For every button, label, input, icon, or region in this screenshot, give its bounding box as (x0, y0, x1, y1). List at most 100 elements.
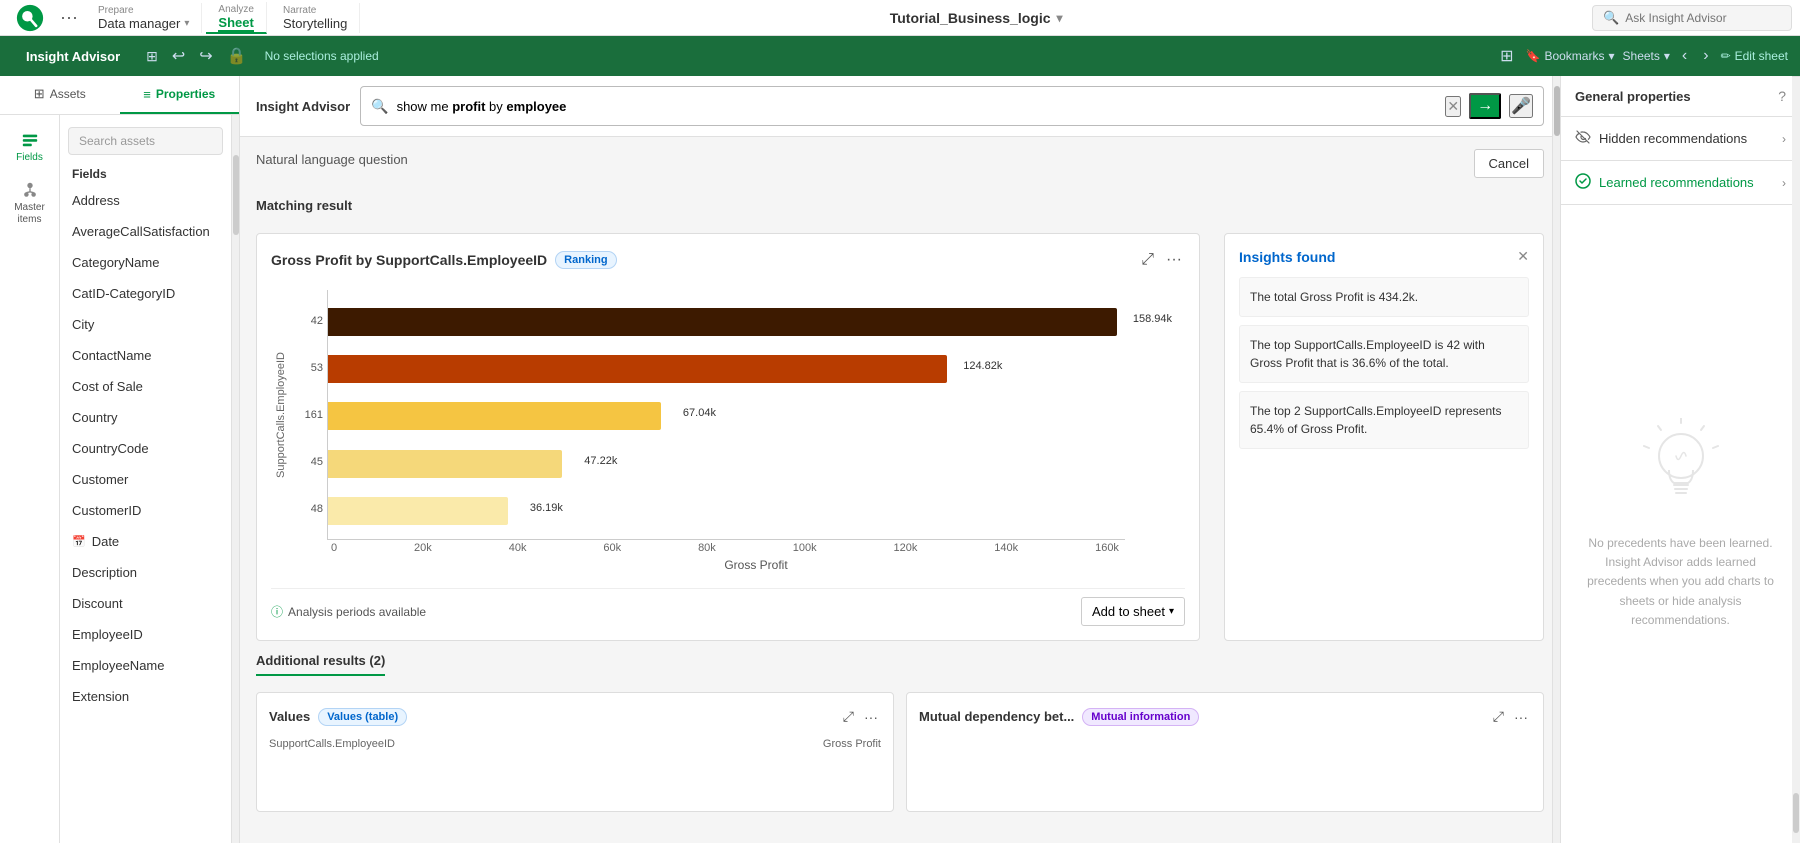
field-item-description[interactable]: Description (60, 557, 231, 588)
additional-cards: Values Values (table) ⤢ ··· SupportCalls… (256, 692, 1544, 812)
natural-language-title: Natural language question (256, 152, 408, 167)
fields-scrollbar[interactable] (231, 115, 239, 843)
nav-narrate[interactable]: Narrate Storytelling (271, 3, 360, 33)
x-label-5: 100k (793, 542, 817, 554)
right-panel-scrollbar[interactable] (1792, 76, 1800, 843)
mutual-maximize-button[interactable]: ⤢ (1490, 705, 1507, 728)
x-label-3: 60k (603, 542, 621, 554)
nav-more-button[interactable]: ··· (56, 7, 82, 28)
hidden-recommendations-label: Hidden recommendations (1599, 131, 1774, 146)
search-assets-input[interactable]: Search assets (68, 127, 223, 155)
tab-assets[interactable]: ⊞ Assets (0, 76, 120, 114)
values-card-header: Values Values (table) ⤢ ··· (269, 705, 881, 728)
undo-button[interactable]: ↩ (168, 42, 189, 70)
chart-more-button[interactable]: ··· (1163, 248, 1185, 272)
field-item-costofsale[interactable]: Cost of Sale (60, 371, 231, 402)
mutual-card-header: Mutual dependency bet... Mutual informat… (919, 705, 1531, 728)
bar-values-spacer (1125, 290, 1185, 540)
right-panel-header: General properties ? (1561, 76, 1800, 117)
bar-fill-2: 67.04k (328, 402, 661, 430)
edit-sheet-button[interactable]: ✏ Edit sheet (1721, 49, 1788, 63)
x-label-7: 140k (994, 542, 1018, 554)
search-clear-button[interactable]: ✕ (1445, 96, 1461, 117)
analysis-periods-label: ⓘ Analysis periods available (271, 603, 426, 620)
search-box[interactable]: 🔍 show me profit by employee ✕ → 🎤 (360, 86, 1544, 126)
x-label-4: 80k (698, 542, 716, 554)
field-item-extension[interactable]: Extension (60, 681, 231, 712)
chart-maximize-button[interactable]: ⤢ (1138, 248, 1157, 272)
bookmarks-button[interactable]: 🔖 Bookmarks ▾ (1526, 49, 1615, 63)
field-item-catid[interactable]: CatID-CategoryID (60, 278, 231, 309)
mutual-card-title: Mutual dependency bet... (919, 709, 1074, 724)
redo-button[interactable]: ↪ (195, 42, 216, 70)
y-label-1: 53 (311, 362, 323, 374)
field-item-contactname[interactable]: ContactName (60, 340, 231, 371)
add-to-sheet-button[interactable]: Add to sheet ▾ (1081, 597, 1185, 626)
bar-row-0: 158.94k (328, 300, 1117, 344)
center-scrollbar[interactable] (1552, 76, 1560, 843)
nav-item-master-label: Master items (8, 202, 52, 226)
natural-header: Natural language question Cancel (256, 149, 1544, 178)
chart-footer: ⓘ Analysis periods available Add to shee… (271, 588, 1185, 626)
chart-insights-row: Gross Profit by SupportCalls.EmployeeID … (256, 233, 1544, 641)
search-input-display[interactable]: show me profit by employee (397, 99, 1438, 114)
eye-off-icon (1575, 129, 1591, 148)
right-section-hidden[interactable]: Hidden recommendations › (1561, 117, 1800, 161)
insights-close-button[interactable]: ✕ (1517, 248, 1529, 265)
right-panel-help-button[interactable]: ? (1778, 88, 1786, 104)
toolbar-right: ⊞ 🔖 Bookmarks ▾ Sheets ▾ ‹ › ✏ Edit shee… (1496, 42, 1788, 70)
insights-header: Insights found ✕ (1239, 248, 1529, 265)
insight-advisor-button[interactable]: Insight Advisor (12, 43, 134, 70)
field-item-employeename[interactable]: EmployeeName (60, 650, 231, 681)
nav-analyze-label: Analyze (218, 4, 254, 15)
values-more-button[interactable]: ··· (861, 705, 881, 728)
qlik-logo[interactable] (8, 4, 52, 32)
field-item-customerid[interactable]: CustomerID (60, 495, 231, 526)
search-submit-button[interactable]: → (1469, 93, 1501, 119)
field-item-city[interactable]: City (60, 309, 231, 340)
nav-prepare[interactable]: Prepare Data manager ▾ (86, 3, 202, 33)
nav-item-master-items[interactable]: Master items (2, 173, 58, 234)
bar-val-4: 36.19k (530, 502, 563, 514)
sheets-button[interactable]: Sheets ▾ (1623, 49, 1670, 63)
app-title-chevron[interactable]: ▾ (1057, 11, 1063, 25)
ask-insight-input[interactable] (1625, 11, 1765, 25)
nav-prepare-chevron: ▾ (184, 18, 189, 29)
hidden-recommendations-arrow: › (1782, 132, 1786, 146)
values-col-0: SupportCalls.EmployeeID (269, 738, 395, 750)
insight-advisor-toolbar: Insight Advisor ⊞ ↩ ↪ 🔒 No selections ap… (0, 36, 1800, 76)
insight-item-2: The top 2 SupportCalls.EmployeeID repres… (1239, 391, 1529, 449)
field-item-date[interactable]: 📅 Date (60, 526, 231, 557)
cancel-button[interactable]: Cancel (1474, 149, 1544, 178)
right-section-learned[interactable]: Learned recommendations › (1561, 161, 1800, 205)
field-item-customer[interactable]: Customer (60, 464, 231, 495)
tab-properties[interactable]: ≡ Properties (120, 76, 240, 114)
search-mic-button[interactable]: 🎤 (1509, 94, 1533, 118)
lock-button[interactable]: 🔒 (223, 42, 251, 70)
right-panel-scrollbar-thumb (1793, 793, 1799, 833)
nav-analyze[interactable]: Analyze Sheet (206, 2, 267, 34)
field-item-country[interactable]: Country (60, 402, 231, 433)
center-area: Insight Advisor 🔍 show me profit by empl… (240, 76, 1560, 843)
field-item-categoryname[interactable]: CategoryName (60, 247, 231, 278)
values-maximize-button[interactable]: ⤢ (840, 705, 857, 728)
selection-box-button[interactable]: ⊞ (142, 44, 162, 69)
chart-header: Gross Profit by SupportCalls.EmployeeID … (271, 248, 1185, 272)
bar-row-4: 36.19k (328, 489, 1117, 533)
check-circle-icon (1575, 173, 1591, 192)
field-item-avgcallsat[interactable]: AverageCallSatisfaction (60, 216, 231, 247)
y-axis-title-container: SupportCalls.EmployeeID (271, 290, 291, 540)
mutual-more-button[interactable]: ··· (1511, 705, 1531, 728)
nav-item-fields[interactable]: Fields (2, 123, 58, 171)
field-item-employeeid[interactable]: EmployeeID (60, 619, 231, 650)
field-item-countrycode[interactable]: CountryCode (60, 433, 231, 464)
nav-prev-button[interactable]: ‹ (1678, 43, 1691, 69)
mutual-card: Mutual dependency bet... Mutual informat… (906, 692, 1544, 812)
bar-fill-3: 47.22k (328, 450, 562, 478)
fields-header: Fields (60, 159, 231, 185)
ask-insight-bar[interactable]: 🔍 (1592, 5, 1792, 31)
grid-view-button[interactable]: ⊞ (1496, 42, 1517, 70)
field-item-discount[interactable]: Discount (60, 588, 231, 619)
nav-next-button[interactable]: › (1699, 43, 1712, 69)
field-item-address[interactable]: Address (60, 185, 231, 216)
